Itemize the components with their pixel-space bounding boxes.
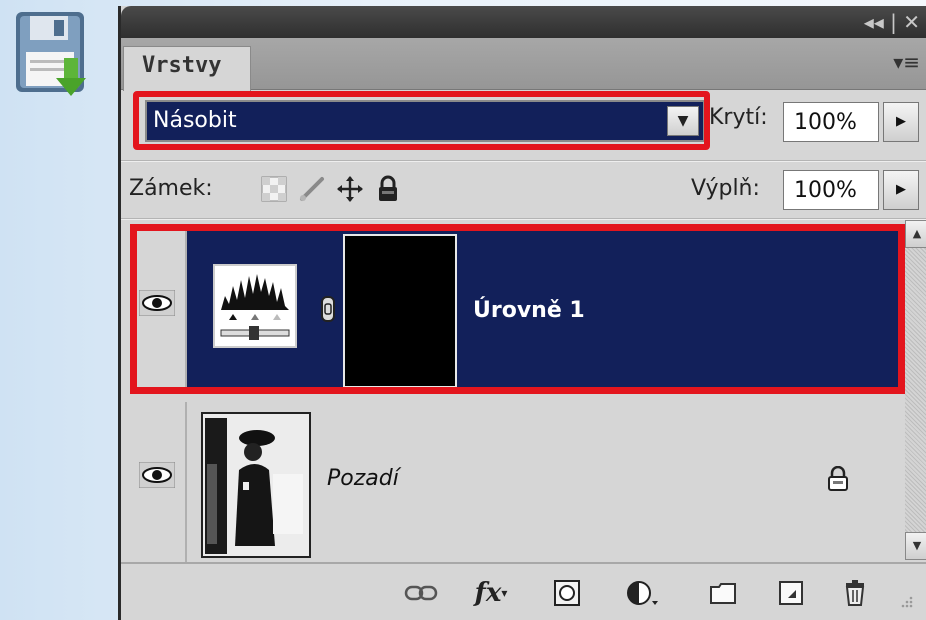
layers-scrollbar[interactable]: ▲ ▼ <box>905 220 926 560</box>
add-layer-mask-icon[interactable] <box>549 576 585 610</box>
opacity-input[interactable]: 100% <box>783 102 879 142</box>
resize-grip-icon[interactable] <box>891 586 917 612</box>
layers-bottom-toolbar: fx ▾ <box>121 562 926 620</box>
save-download-icon[interactable] <box>14 8 96 100</box>
layers-list: Úrovně 1 Pozadí <box>127 220 905 562</box>
fill-slider-arrow-icon[interactable]: ▶ <box>883 170 919 210</box>
layer-highlight <box>130 224 905 394</box>
lock-all-padlock-icon[interactable] <box>373 174 403 204</box>
scroll-down-arrow-icon[interactable]: ▼ <box>905 532 926 560</box>
fill-input[interactable]: 100% <box>783 170 879 210</box>
delete-trash-icon[interactable] <box>837 576 873 610</box>
opacity-label: Krytí: <box>709 105 768 130</box>
lock-row: Zámek: Výplň: 100% ▶ <box>121 162 926 218</box>
link-layers-icon[interactable] <box>403 576 439 610</box>
new-adjustment-layer-icon[interactable] <box>625 576 661 610</box>
lock-icon <box>828 466 848 491</box>
new-group-folder-icon[interactable] <box>705 576 741 610</box>
layer-name-background[interactable]: Pozadí <box>327 466 399 491</box>
panel-menu-icon[interactable]: ▾≡ <box>893 50 920 74</box>
tab-layers[interactable]: Vrstvy <box>123 46 251 91</box>
eye-icon[interactable] <box>139 462 175 488</box>
panel-title-bar: ◂◂ | ✕ <box>121 6 926 38</box>
lock-label: Zámek: <box>129 176 213 201</box>
layer-style-fx-icon[interactable]: fx ▾ <box>473 576 509 610</box>
collapse-close-controls[interactable]: ◂◂ | ✕ <box>864 10 920 34</box>
blend-mode-highlight <box>133 91 710 150</box>
opacity-slider-arrow-icon[interactable]: ▶ <box>883 102 919 142</box>
background-photo-thumbnail <box>201 412 311 558</box>
lock-position-move-icon[interactable] <box>335 174 365 204</box>
scroll-up-arrow-icon[interactable]: ▲ <box>905 220 926 248</box>
lock-image-pixels-brush-icon[interactable] <box>297 174 327 204</box>
panel-tab-bar: Vrstvy ▾≡ <box>121 38 926 91</box>
blend-row: Násobit ▼ Krytí: 100% ▶ <box>121 90 926 160</box>
visibility-cell[interactable] <box>127 402 187 562</box>
fill-label: Výplň: <box>691 176 760 201</box>
layers-panel: ◂◂ | ✕ Vrstvy ▾≡ Násobit ▼ Krytí: 100% ▶… <box>118 6 926 620</box>
new-layer-icon[interactable] <box>773 576 809 610</box>
lock-transparency-icon[interactable] <box>259 174 289 204</box>
layer-row-background[interactable]: Pozadí <box>127 402 905 562</box>
